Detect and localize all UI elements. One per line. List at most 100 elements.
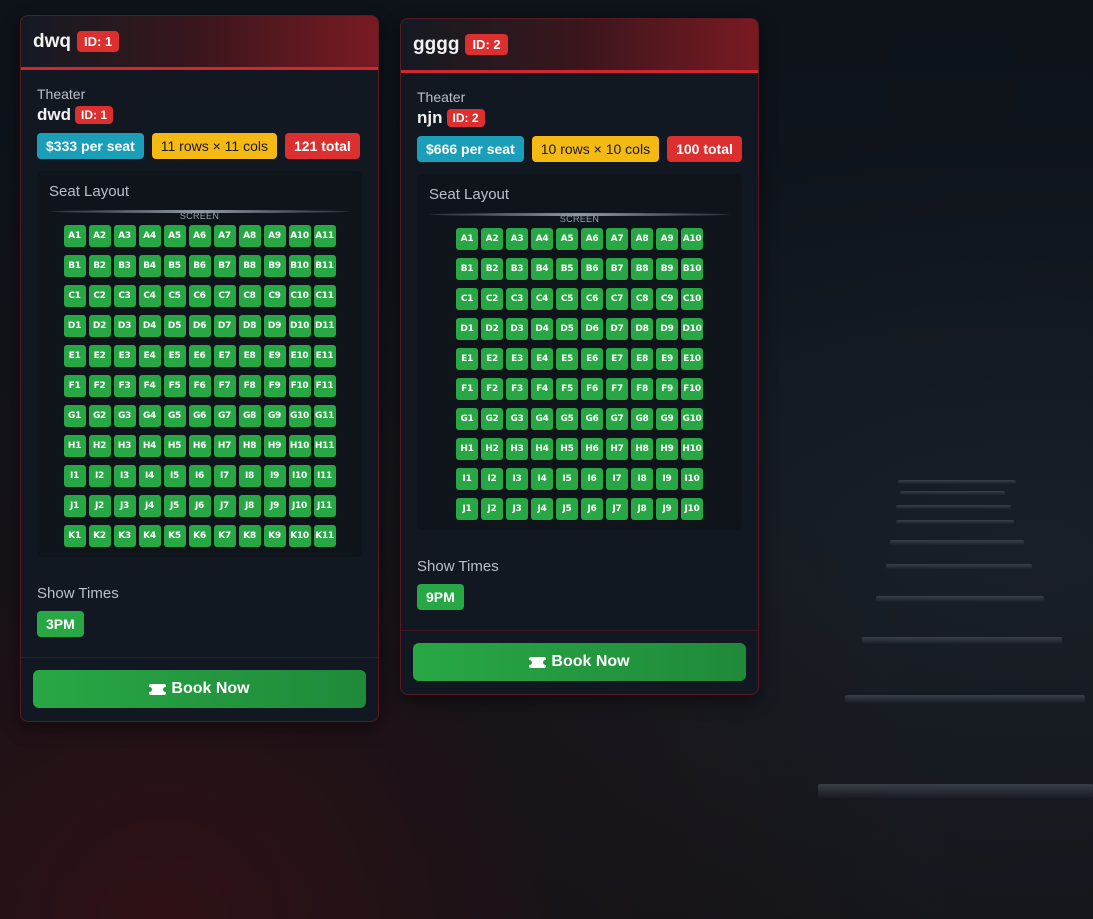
seat-a3[interactable]: A3: [113, 225, 136, 247]
seat-d7[interactable]: D7: [213, 315, 236, 337]
seat-d5[interactable]: D5: [556, 318, 578, 340]
seat-g4[interactable]: G4: [531, 408, 553, 430]
seat-f3[interactable]: F3: [506, 378, 528, 400]
seat-j2[interactable]: J2: [88, 495, 111, 517]
seat-c6[interactable]: C6: [188, 285, 211, 307]
seat-j9[interactable]: J9: [656, 498, 678, 520]
seat-a5[interactable]: A5: [163, 225, 186, 247]
book-now-button[interactable]: Book Now: [33, 670, 366, 708]
seat-j7[interactable]: J7: [606, 498, 628, 520]
seat-j6[interactable]: J6: [188, 495, 211, 517]
seat-b6[interactable]: B6: [188, 255, 211, 277]
seat-i8[interactable]: I8: [631, 468, 653, 490]
seat-j8[interactable]: J8: [238, 495, 261, 517]
seat-a8[interactable]: A8: [238, 225, 261, 247]
seat-h7[interactable]: H7: [606, 438, 628, 460]
seat-b4[interactable]: B4: [138, 255, 161, 277]
seat-a10[interactable]: A10: [681, 228, 703, 250]
seat-f9[interactable]: F9: [656, 378, 678, 400]
seat-g9[interactable]: G9: [656, 408, 678, 430]
seat-a6[interactable]: A6: [188, 225, 211, 247]
seat-e6[interactable]: E6: [581, 348, 603, 370]
seat-e8[interactable]: E8: [631, 348, 653, 370]
seat-g7[interactable]: G7: [606, 408, 628, 430]
seat-a1[interactable]: A1: [456, 228, 478, 250]
seat-a2[interactable]: A2: [88, 225, 111, 247]
seat-f1[interactable]: F1: [63, 375, 86, 397]
seat-e3[interactable]: E3: [113, 345, 136, 367]
seat-i1[interactable]: I1: [456, 468, 478, 490]
seat-h2[interactable]: H2: [481, 438, 503, 460]
showtime-chip[interactable]: 9PM: [417, 584, 464, 610]
seat-a3[interactable]: A3: [506, 228, 528, 250]
seat-d8[interactable]: D8: [631, 318, 653, 340]
seat-b7[interactable]: B7: [213, 255, 236, 277]
seat-c6[interactable]: C6: [581, 288, 603, 310]
seat-i10[interactable]: I10: [288, 465, 311, 487]
seat-i10[interactable]: I10: [681, 468, 703, 490]
seat-g7[interactable]: G7: [213, 405, 236, 427]
seat-h1[interactable]: H1: [456, 438, 478, 460]
seat-a2[interactable]: A2: [481, 228, 503, 250]
seat-i7[interactable]: I7: [606, 468, 628, 490]
seat-d6[interactable]: D6: [581, 318, 603, 340]
seat-b1[interactable]: B1: [456, 258, 478, 280]
seat-d4[interactable]: D4: [531, 318, 553, 340]
seat-j10[interactable]: J10: [681, 498, 703, 520]
seat-b9[interactable]: B9: [656, 258, 678, 280]
seat-g8[interactable]: G8: [238, 405, 261, 427]
seat-h9[interactable]: H9: [263, 435, 286, 457]
seat-c8[interactable]: C8: [238, 285, 261, 307]
seat-e1[interactable]: E1: [456, 348, 478, 370]
seat-c5[interactable]: C5: [556, 288, 578, 310]
seat-h7[interactable]: H7: [213, 435, 236, 457]
seat-k2[interactable]: K2: [88, 525, 111, 547]
seat-i7[interactable]: I7: [213, 465, 236, 487]
seat-j6[interactable]: J6: [581, 498, 603, 520]
seat-j2[interactable]: J2: [481, 498, 503, 520]
seat-f2[interactable]: F2: [88, 375, 111, 397]
seat-c8[interactable]: C8: [631, 288, 653, 310]
seat-g5[interactable]: G5: [556, 408, 578, 430]
seat-g3[interactable]: G3: [113, 405, 136, 427]
seat-f3[interactable]: F3: [113, 375, 136, 397]
seat-k5[interactable]: K5: [163, 525, 186, 547]
seat-c1[interactable]: C1: [456, 288, 478, 310]
seat-g2[interactable]: G2: [88, 405, 111, 427]
seat-c7[interactable]: C7: [606, 288, 628, 310]
seat-i3[interactable]: I3: [113, 465, 136, 487]
seat-c2[interactable]: C2: [481, 288, 503, 310]
seat-f10[interactable]: F10: [288, 375, 311, 397]
seat-j8[interactable]: J8: [631, 498, 653, 520]
seat-d9[interactable]: D9: [656, 318, 678, 340]
seat-c4[interactable]: C4: [138, 285, 161, 307]
seat-c1[interactable]: C1: [63, 285, 86, 307]
seat-k8[interactable]: K8: [238, 525, 261, 547]
seat-c10[interactable]: C10: [288, 285, 311, 307]
seat-h3[interactable]: H3: [506, 438, 528, 460]
seat-d11[interactable]: D11: [313, 315, 336, 337]
seat-e5[interactable]: E5: [556, 348, 578, 370]
seat-j10[interactable]: J10: [288, 495, 311, 517]
seat-a5[interactable]: A5: [556, 228, 578, 250]
seat-f5[interactable]: F5: [163, 375, 186, 397]
seat-i11[interactable]: I11: [313, 465, 336, 487]
seat-h6[interactable]: H6: [581, 438, 603, 460]
seat-g8[interactable]: G8: [631, 408, 653, 430]
seat-e10[interactable]: E10: [681, 348, 703, 370]
seat-f4[interactable]: F4: [138, 375, 161, 397]
book-now-button[interactable]: Book Now: [413, 643, 746, 681]
seat-k11[interactable]: K11: [313, 525, 336, 547]
seat-a4[interactable]: A4: [531, 228, 553, 250]
seat-h5[interactable]: H5: [163, 435, 186, 457]
seat-e4[interactable]: E4: [138, 345, 161, 367]
seat-e1[interactable]: E1: [63, 345, 86, 367]
seat-h10[interactable]: H10: [681, 438, 703, 460]
seat-c3[interactable]: C3: [113, 285, 136, 307]
seat-b5[interactable]: B5: [163, 255, 186, 277]
seat-h4[interactable]: H4: [531, 438, 553, 460]
seat-d5[interactable]: D5: [163, 315, 186, 337]
seat-a10[interactable]: A10: [288, 225, 311, 247]
seat-d7[interactable]: D7: [606, 318, 628, 340]
seat-i5[interactable]: I5: [556, 468, 578, 490]
